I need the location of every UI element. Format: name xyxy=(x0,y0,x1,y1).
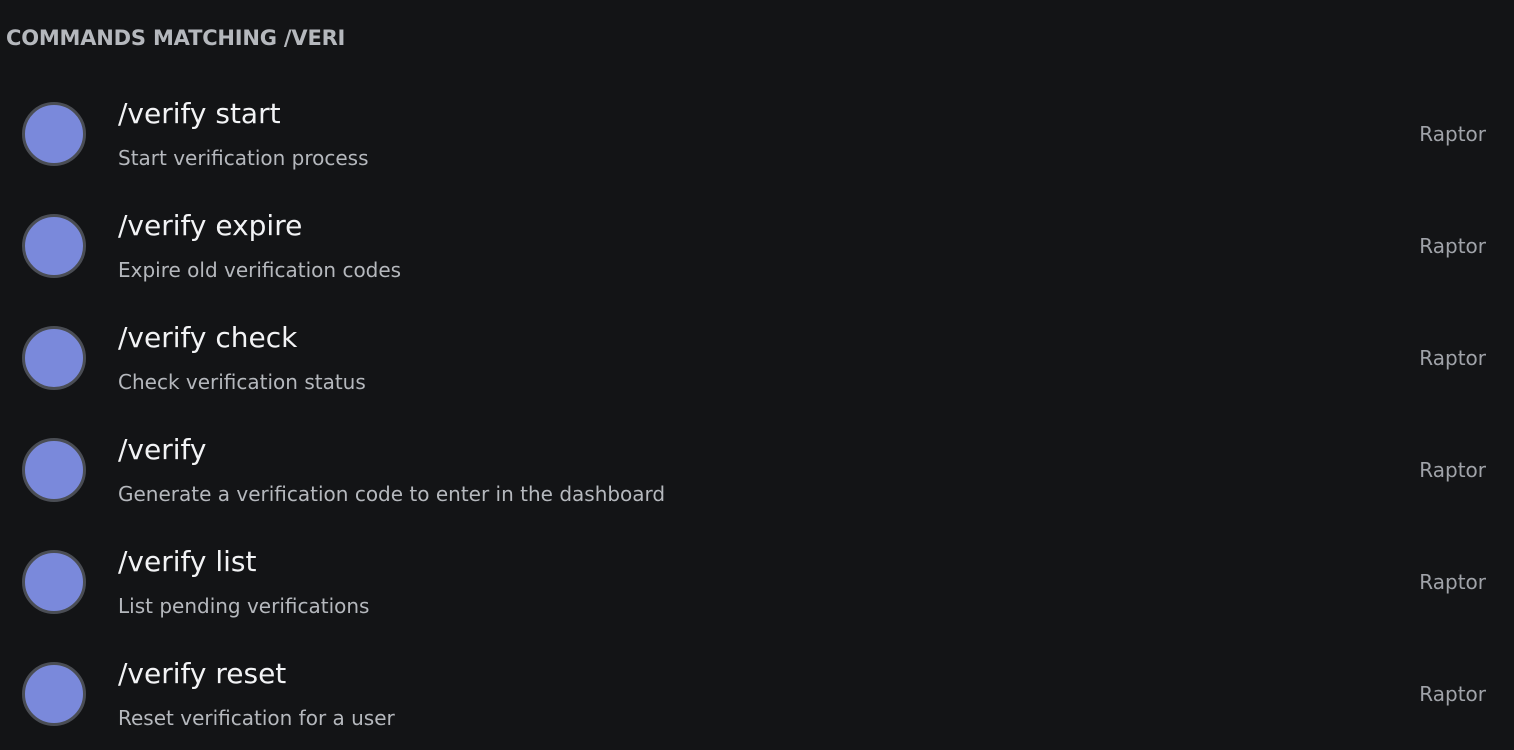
bot-avatar-icon xyxy=(22,326,86,390)
command-source: Raptor xyxy=(1419,122,1486,146)
command-description: Check verification status xyxy=(118,370,366,394)
bot-avatar-icon xyxy=(22,438,86,502)
command-list: /verify start Start verification process… xyxy=(0,78,1514,750)
section-header: COMMANDS MATCHING /VERI xyxy=(6,26,346,50)
command-name: /verify list xyxy=(118,545,257,578)
command-source: Raptor xyxy=(1419,234,1486,258)
bot-avatar-icon xyxy=(22,214,86,278)
command-item[interactable]: /verify check Check verification status … xyxy=(0,302,1514,414)
command-item[interactable]: /verify expire Expire old verification c… xyxy=(0,190,1514,302)
command-item[interactable]: /verify reset Reset verification for a u… xyxy=(0,638,1514,750)
command-name: /verify xyxy=(118,433,207,466)
command-source: Raptor xyxy=(1419,346,1486,370)
command-description: List pending verifications xyxy=(118,594,370,618)
command-item[interactable]: /verify start Start verification process… xyxy=(0,78,1514,190)
command-name: /verify check xyxy=(118,321,298,354)
command-description: Start verification process xyxy=(118,146,369,170)
command-name: /verify expire xyxy=(118,209,303,242)
command-name: /verify reset xyxy=(118,657,287,690)
bot-avatar-icon xyxy=(22,102,86,166)
command-name: /verify start xyxy=(118,97,281,130)
command-item[interactable]: /verify list List pending verifications … xyxy=(0,526,1514,638)
command-item[interactable]: /verify Generate a verification code to … xyxy=(0,414,1514,526)
command-source: Raptor xyxy=(1419,458,1486,482)
command-description: Reset verification for a user xyxy=(118,706,395,730)
bot-avatar-icon xyxy=(22,662,86,726)
command-description: Generate a verification code to enter in… xyxy=(118,482,666,506)
command-source: Raptor xyxy=(1419,682,1486,706)
command-autocomplete-panel: COMMANDS MATCHING /VERI /verify start St… xyxy=(0,0,1514,750)
bot-avatar-icon xyxy=(22,550,86,614)
command-description: Expire old verification codes xyxy=(118,258,402,282)
command-source: Raptor xyxy=(1419,570,1486,594)
